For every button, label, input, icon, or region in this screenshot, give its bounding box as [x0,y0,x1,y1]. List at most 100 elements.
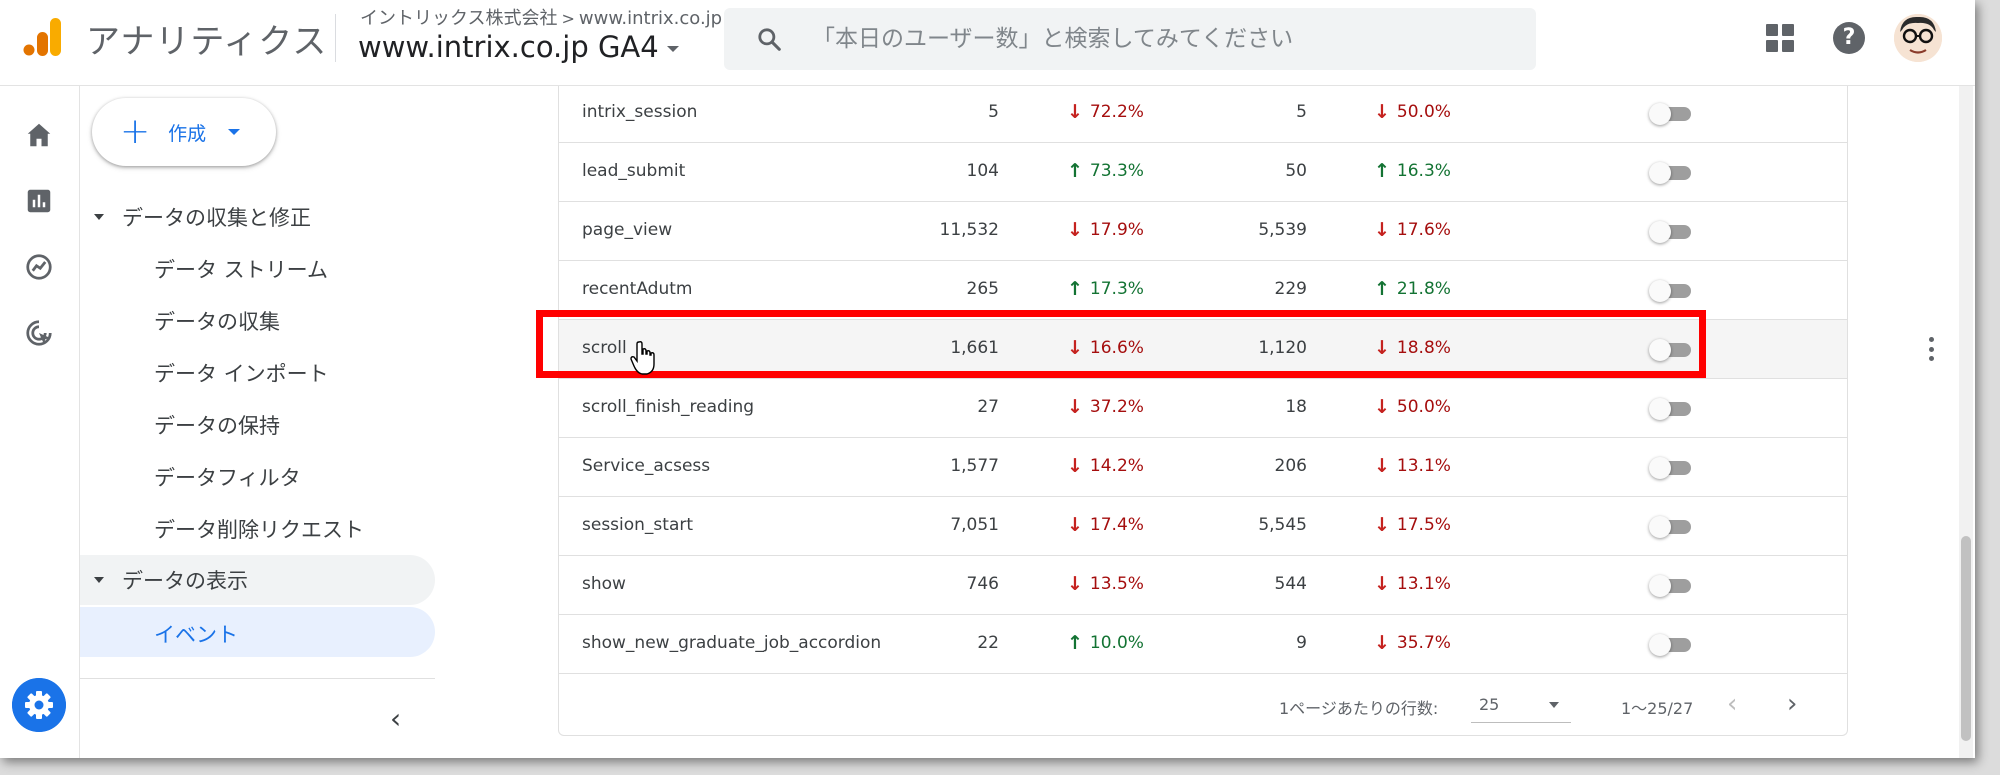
rows-per-page-select[interactable]: 25 [1471,687,1571,723]
table-row[interactable]: show_new_graduate_job_accordion 22 ↑ 10.0% 9… [559,615,1847,674]
conversion-toggle[interactable] [1649,162,1693,184]
event-name[interactable]: lead_submit [582,161,685,181]
event-count: 11,532 [939,220,999,240]
percent-change: 13.1% [1396,456,1451,476]
caret-down-icon [666,46,679,52]
chevron-left-icon[interactable]: ‹ [390,702,401,735]
home-icon[interactable] [24,120,54,150]
conversion-toggle[interactable] [1649,575,1693,597]
table-row[interactable]: session_start 7,051 ↓ 17.4% 5,545 ↓ 17.5% [559,497,1847,556]
conversion-toggle[interactable] [1649,457,1693,479]
apps-grid-icon[interactable] [1766,24,1794,52]
nav-item-data-import[interactable]: データ インポート [154,358,329,388]
arrow-up-icon: ↑ [1374,159,1390,182]
user-count-change: ↓ 17.6% [1374,220,1451,240]
conversion-toggle[interactable] [1649,103,1693,125]
event-count: 265 [966,279,999,299]
event-name[interactable]: recentAdutm [582,279,692,299]
chevron-right-icon: > [561,9,575,28]
event-name[interactable]: page_view [582,220,672,240]
help-icon[interactable]: ? [1833,22,1865,54]
arrow-up-icon: ↑ [1067,631,1083,654]
arrow-down-icon: ↓ [1374,100,1390,123]
percent-change: 17.3% [1089,279,1144,299]
top-header: アナリティクス イントリックス株式会社 > www.intrix.co.jp www… [0,0,1975,86]
more-vert-icon[interactable] [1929,337,1935,361]
conversion-toggle[interactable] [1649,221,1693,243]
arrow-down-icon: ↓ [1067,218,1083,241]
arrow-down-icon: ↓ [1374,218,1390,241]
table-row[interactable]: lead_submit 104 ↑ 73.3% 50 ↑ 16.3% [559,143,1847,202]
arrow-down-icon: ↓ [1374,454,1390,477]
nav-item-data-deletion-requests[interactable]: データ削除リクエスト [154,514,364,544]
event-count-change: ↓ 17.4% [1067,515,1144,535]
scrollbar[interactable] [1959,86,1973,758]
event-count: 7,051 [950,515,999,535]
reports-icon[interactable] [24,186,54,216]
property-name: www.intrix.co.jp GA4 [358,30,659,64]
nav-section-data-display[interactable]: データの表示 [80,555,435,605]
create-label: 作成 [168,122,207,145]
table-row[interactable]: intrix_session 5 ↓ 72.2% 5 ↓ 50.0% [559,84,1847,143]
user-count: 544 [1274,574,1307,594]
percent-change: 73.3% [1089,161,1144,181]
explore-icon[interactable] [24,252,54,282]
user-count: 50 [1285,161,1307,181]
arrow-down-icon: ↓ [1067,454,1083,477]
table-row[interactable]: page_view 11,532 ↓ 17.9% 5,539 ↓ 17.6% [559,202,1847,261]
account-url: www.intrix.co.jp [578,8,723,29]
table-row[interactable]: show 746 ↓ 13.5% 544 ↓ 13.1% [559,556,1847,615]
event-count: 104 [966,161,999,181]
table-row[interactable]: scroll_finish_reading 27 ↓ 37.2% 18 ↓ 50.0% [559,379,1847,438]
event-name[interactable]: show [582,574,626,594]
percent-change: 50.0% [1396,102,1451,122]
table-row[interactable]: Service_acsess 1,577 ↓ 14.2% 206 ↓ 13.1% [559,438,1847,497]
arrow-down-icon: ↓ [1374,631,1390,654]
event-count-change: ↓ 37.2% [1067,397,1144,417]
nav-item-data-streams[interactable]: データ ストリーム [154,254,328,284]
event-name[interactable]: intrix_session [582,102,697,122]
next-page-icon[interactable]: › [1787,689,1797,719]
left-rail [0,86,80,758]
prev-page-icon[interactable]: ‹ [1727,689,1737,719]
advertising-icon[interactable] [24,318,54,348]
settings-icon[interactable] [12,678,66,732]
scroll-thumb[interactable] [1961,536,1971,741]
nav-section-data-collection[interactable]: データの収集と修正 [80,192,435,242]
percent-change: 17.4% [1089,515,1144,535]
event-name[interactable]: Service_acsess [582,456,710,476]
conversion-toggle[interactable] [1649,634,1693,656]
user-count: 5,545 [1258,515,1307,535]
user-count-change: ↓ 17.5% [1374,515,1451,535]
expand-triangle-icon [94,577,104,583]
caret-down-icon [228,129,241,135]
event-count-change: ↓ 17.9% [1067,220,1144,240]
arrow-down-icon: ↓ [1374,395,1390,418]
nav-item-data-retention[interactable]: データの保持 [154,410,280,440]
hand-cursor-icon [630,341,655,375]
event-name[interactable]: session_start [582,515,693,535]
analytics-logo-icon[interactable] [22,16,64,58]
percent-change: 37.2% [1089,397,1144,417]
avatar[interactable] [1894,14,1942,62]
create-button[interactable]: + 作成 [92,98,276,166]
arrow-down-icon: ↓ [1067,100,1083,123]
conversion-toggle[interactable] [1649,516,1693,538]
nav-item-data-filters[interactable]: データフィルタ [154,462,301,492]
conversion-toggle[interactable] [1649,280,1693,302]
event-name[interactable]: scroll_finish_reading [582,397,754,417]
event-count: 22 [977,633,999,653]
admin-nav-panel: + 作成 データの収集と修正 データ ストリーム データの収集 データ インポー… [80,86,440,758]
user-count: 206 [1274,456,1307,476]
event-name[interactable]: show_new_graduate_job_accordion [582,633,881,653]
nav-divider [80,678,435,679]
search-input[interactable] [812,26,1512,52]
nav-item-data-collection[interactable]: データの収集 [154,306,280,336]
percent-change: 10.0% [1089,633,1144,653]
search-bar[interactable] [724,8,1536,70]
property-selector[interactable]: www.intrix.co.jp GA4 [358,30,679,64]
conversion-toggle[interactable] [1649,398,1693,420]
nav-item-events[interactable]: イベント [80,607,435,657]
account-breadcrumb[interactable]: イントリックス株式会社 > www.intrix.co.jp [360,4,722,30]
percent-change: 17.5% [1396,515,1451,535]
